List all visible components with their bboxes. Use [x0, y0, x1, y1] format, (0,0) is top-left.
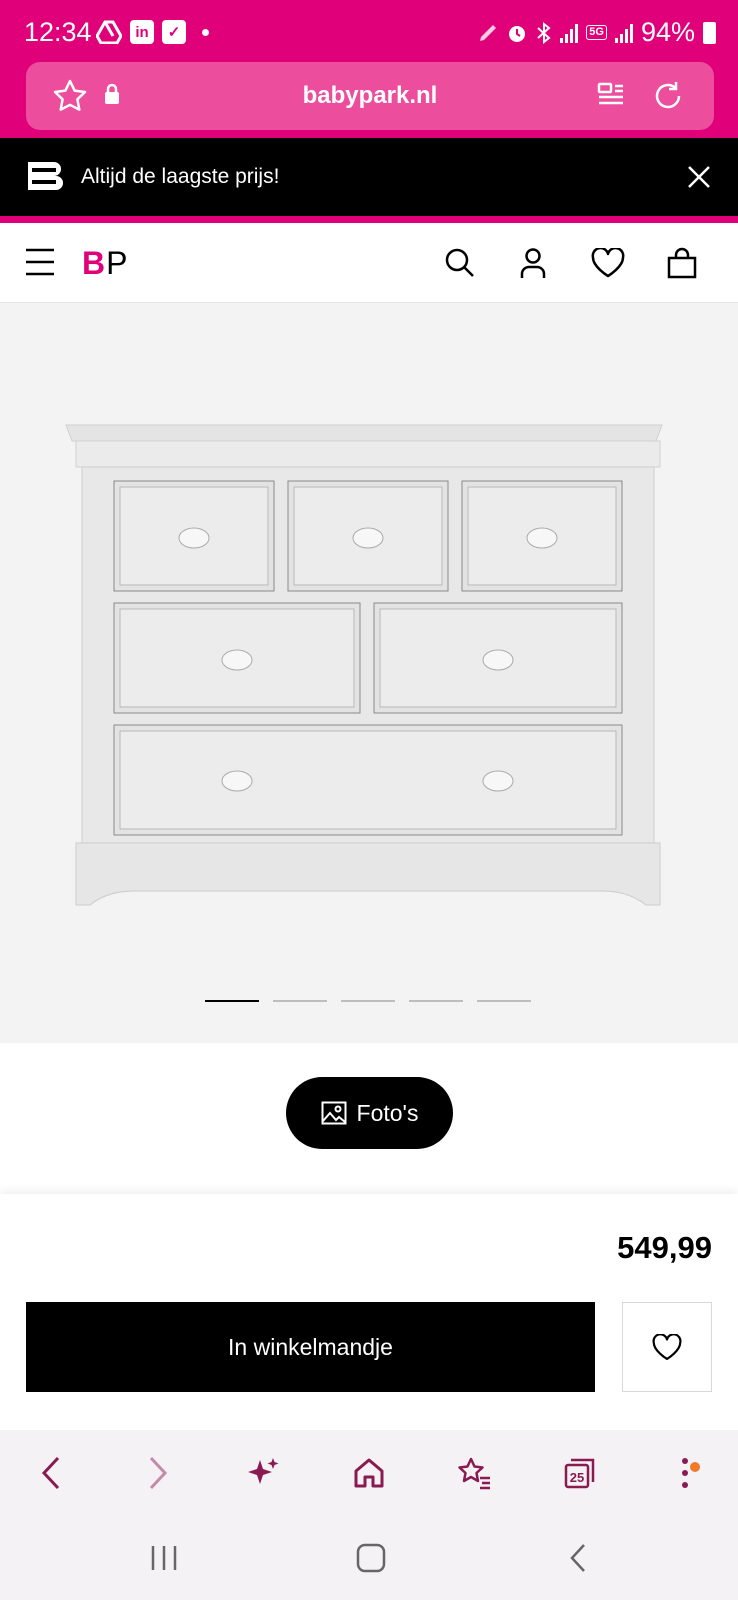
babypark-b-logo-icon — [28, 162, 63, 190]
system-indicators: 5G 94% — [478, 17, 716, 48]
gallery-dot-3[interactable] — [341, 1000, 395, 1002]
ai-sparkle-button[interactable] — [238, 1448, 288, 1498]
browser-toolbar: 25 — [0, 1430, 738, 1516]
more-notifications-dot-icon — [202, 28, 209, 36]
shopping-bag-icon — [667, 247, 697, 279]
home-square-icon — [356, 1543, 386, 1573]
system-navigation-bar — [0, 1516, 738, 1600]
back-chevron-icon — [570, 1544, 585, 1572]
gallery-dot-5[interactable] — [477, 1000, 531, 1002]
home-icon — [354, 1458, 384, 1488]
brand-accent-strip — [0, 216, 738, 223]
signal-icon-2 — [614, 23, 633, 43]
home-button[interactable] — [344, 1448, 394, 1498]
gallery-dot-4[interactable] — [409, 1000, 463, 1002]
bookmarks-button[interactable] — [449, 1448, 499, 1498]
battery-icon — [703, 21, 716, 44]
forward-button[interactable] — [133, 1448, 183, 1498]
drive-icon — [96, 20, 122, 44]
heart-icon — [591, 248, 625, 278]
tabs-count: 25 — [570, 1470, 584, 1485]
gallery-dot-1[interactable] — [205, 1000, 259, 1002]
add-to-wishlist-button[interactable] — [622, 1302, 712, 1392]
promo-banner: Altijd de laagste prijs! — [0, 138, 738, 216]
photos-button-label: Foto's — [356, 1099, 419, 1126]
gallery-pagination[interactable] — [205, 1000, 531, 1002]
more-menu-button[interactable] — [660, 1448, 710, 1498]
add-to-cart-label: In winkelmandje — [228, 1333, 393, 1360]
gallery-dot-2[interactable] — [273, 1000, 327, 1002]
pen-icon — [480, 24, 497, 41]
bookmark-star-list-icon — [458, 1457, 490, 1490]
product-image-dresser — [65, 424, 663, 906]
notification-icons: in ✓ — [96, 20, 209, 44]
menu-icon[interactable] — [26, 245, 56, 279]
alarm-icon — [509, 25, 526, 42]
user-icon — [520, 248, 546, 278]
search-button[interactable] — [442, 245, 478, 281]
search-icon — [445, 248, 474, 277]
product-image-gallery[interactable] — [0, 303, 738, 1043]
home-nav-button[interactable] — [349, 1536, 393, 1580]
image-icon — [321, 1101, 347, 1125]
tasks-check-icon: ✓ — [162, 20, 186, 44]
site-header: BP — [0, 223, 738, 303]
status-bar: 12:34 in ✓ 5G 94% — [0, 0, 738, 62]
browser-url-area: babypark.nl — [0, 62, 738, 138]
sparkles-icon — [248, 1458, 279, 1484]
signal-icon — [560, 23, 579, 43]
back-button[interactable] — [26, 1448, 76, 1498]
reader-mode-icon[interactable] — [596, 80, 626, 110]
linkedin-icon: in — [130, 20, 154, 44]
cart-button[interactable] — [664, 245, 700, 281]
reload-icon[interactable] — [650, 78, 686, 114]
close-icon[interactable] — [686, 164, 712, 190]
add-to-cart-button[interactable]: In winkelmandje — [26, 1302, 595, 1392]
5g-icon: 5G — [586, 25, 607, 40]
battery-percentage: 94% — [640, 17, 695, 47]
back-nav-button[interactable] — [556, 1536, 600, 1580]
tabs-button[interactable]: 25 — [555, 1448, 605, 1498]
url-bar[interactable]: babypark.nl — [26, 62, 714, 130]
bluetooth-icon — [537, 21, 551, 44]
status-time: 12:34 — [24, 17, 92, 47]
recent-apps-icon — [151, 1546, 177, 1570]
promo-text: Altijd de laagste prijs! — [81, 165, 280, 188]
product-price: 549,99 — [617, 1230, 712, 1265]
account-button[interactable] — [515, 245, 551, 281]
heart-icon — [652, 1333, 682, 1360]
notification-badge — [690, 1462, 700, 1472]
chevron-right-icon — [149, 1456, 168, 1490]
more-vertical-icon — [682, 1458, 688, 1488]
photos-button[interactable]: Foto's — [286, 1077, 453, 1149]
tabs-icon: 25 — [564, 1458, 595, 1489]
chevron-left-icon — [41, 1456, 60, 1490]
sticky-buy-bar: 549,99 In winkelmandje — [0, 1194, 738, 1430]
site-logo[interactable]: BP — [82, 245, 128, 282]
recent-apps-button[interactable] — [142, 1536, 186, 1580]
wishlist-button[interactable] — [590, 245, 626, 281]
